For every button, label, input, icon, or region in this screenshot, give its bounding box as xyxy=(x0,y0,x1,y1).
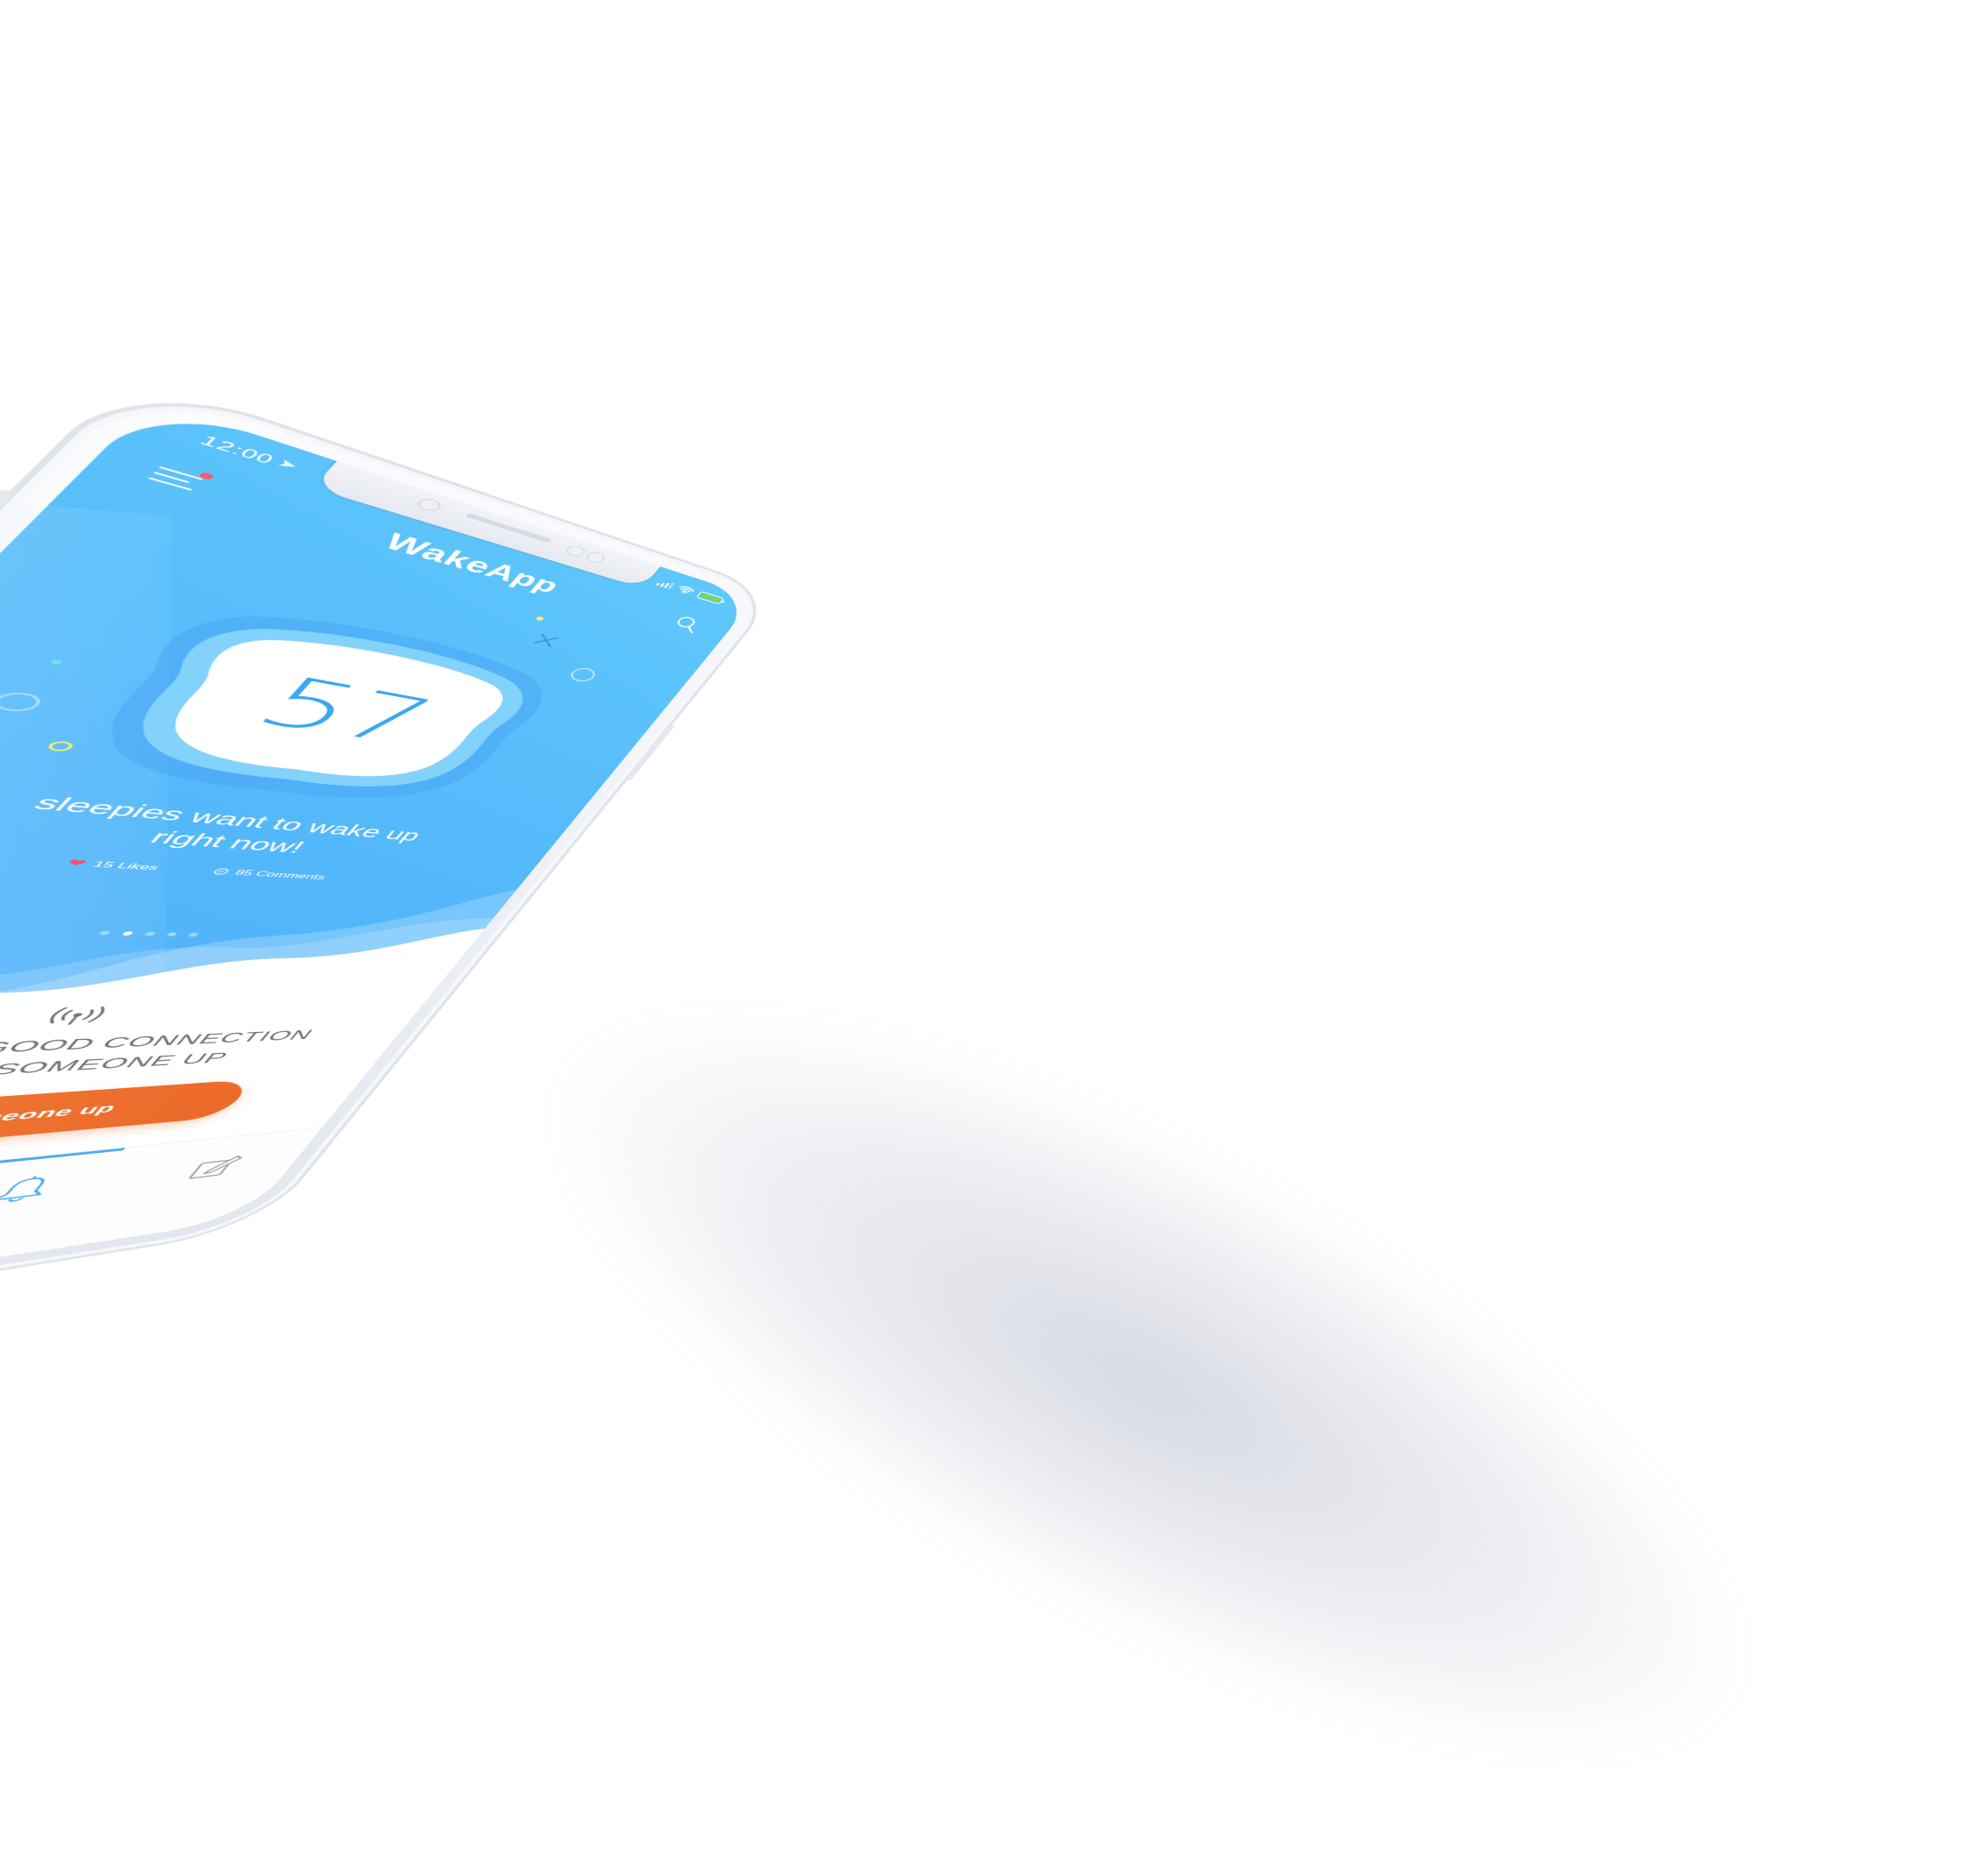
heart-icon: ❤ xyxy=(62,857,90,869)
edit-icon xyxy=(182,1153,248,1182)
phone-shadow xyxy=(460,875,1836,1864)
bell-icon xyxy=(0,1173,64,1208)
page-dot[interactable] xyxy=(187,932,199,937)
page-dot[interactable] xyxy=(143,931,156,936)
battery-level xyxy=(699,593,722,603)
cellular-signal-icon xyxy=(656,582,675,590)
page-dot[interactable] xyxy=(165,932,178,937)
page-dot[interactable] xyxy=(120,931,134,936)
page-dot[interactable] xyxy=(97,930,111,936)
proximity-sensor xyxy=(583,550,608,565)
mockup-stage: 12:00 ➤ WakeApp 57 sleepies want to wake… xyxy=(0,0,1988,1864)
face-sensor xyxy=(414,496,444,514)
comment-icon xyxy=(211,868,231,876)
front-camera xyxy=(563,544,588,558)
wifi-icon xyxy=(675,584,696,596)
